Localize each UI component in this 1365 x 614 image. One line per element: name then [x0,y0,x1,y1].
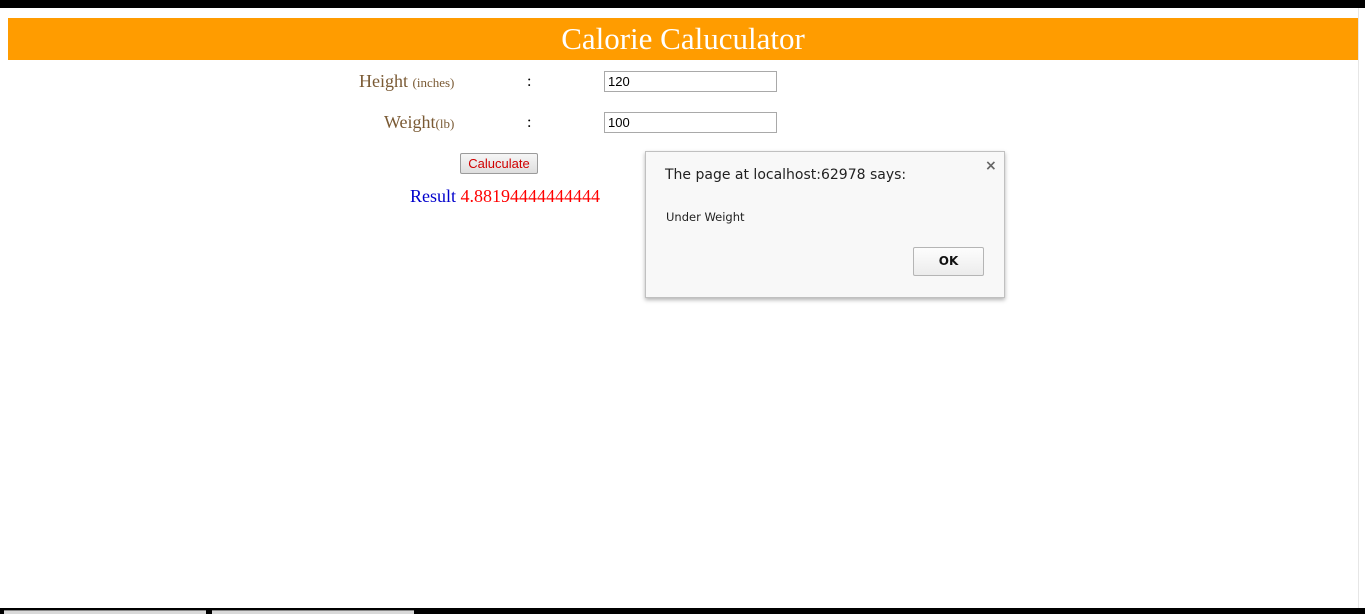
height-unit: (inches) [412,75,455,90]
alert-dialog: The page at localhost:62978 says: × Unde… [645,151,1005,298]
height-input[interactable]: 120 [604,71,777,92]
height-label: Height (inches) [359,71,454,92]
weight-label-text: Weight [384,112,436,132]
weight-input[interactable]: 100 [604,112,777,133]
result-line: Result 4.88194444444444 [410,186,600,207]
dialog-title: The page at localhost:62978 says: [665,167,907,183]
dialog-message: Under Weight [666,210,745,224]
page-header: Calorie Caluculator [8,18,1358,60]
weight-unit: (lb) [435,116,455,131]
height-separator: : [527,73,532,90]
ok-button[interactable]: OK [913,247,984,276]
weight-separator: : [527,114,532,131]
calculate-button[interactable]: Caluculate [460,153,538,174]
close-icon[interactable]: × [985,158,997,174]
scrollbar-edge [1358,8,1359,608]
result-value: 4.88194444444444 [460,186,601,206]
result-label: Result [410,186,457,206]
taskbar-item[interactable] [212,610,414,614]
weight-label: Weight(lb) [384,112,454,133]
page-title: Calorie Caluculator [561,21,805,56]
height-label-text: Height [359,71,408,91]
top-system-bar [0,0,1365,8]
taskbar-item[interactable] [4,610,206,614]
